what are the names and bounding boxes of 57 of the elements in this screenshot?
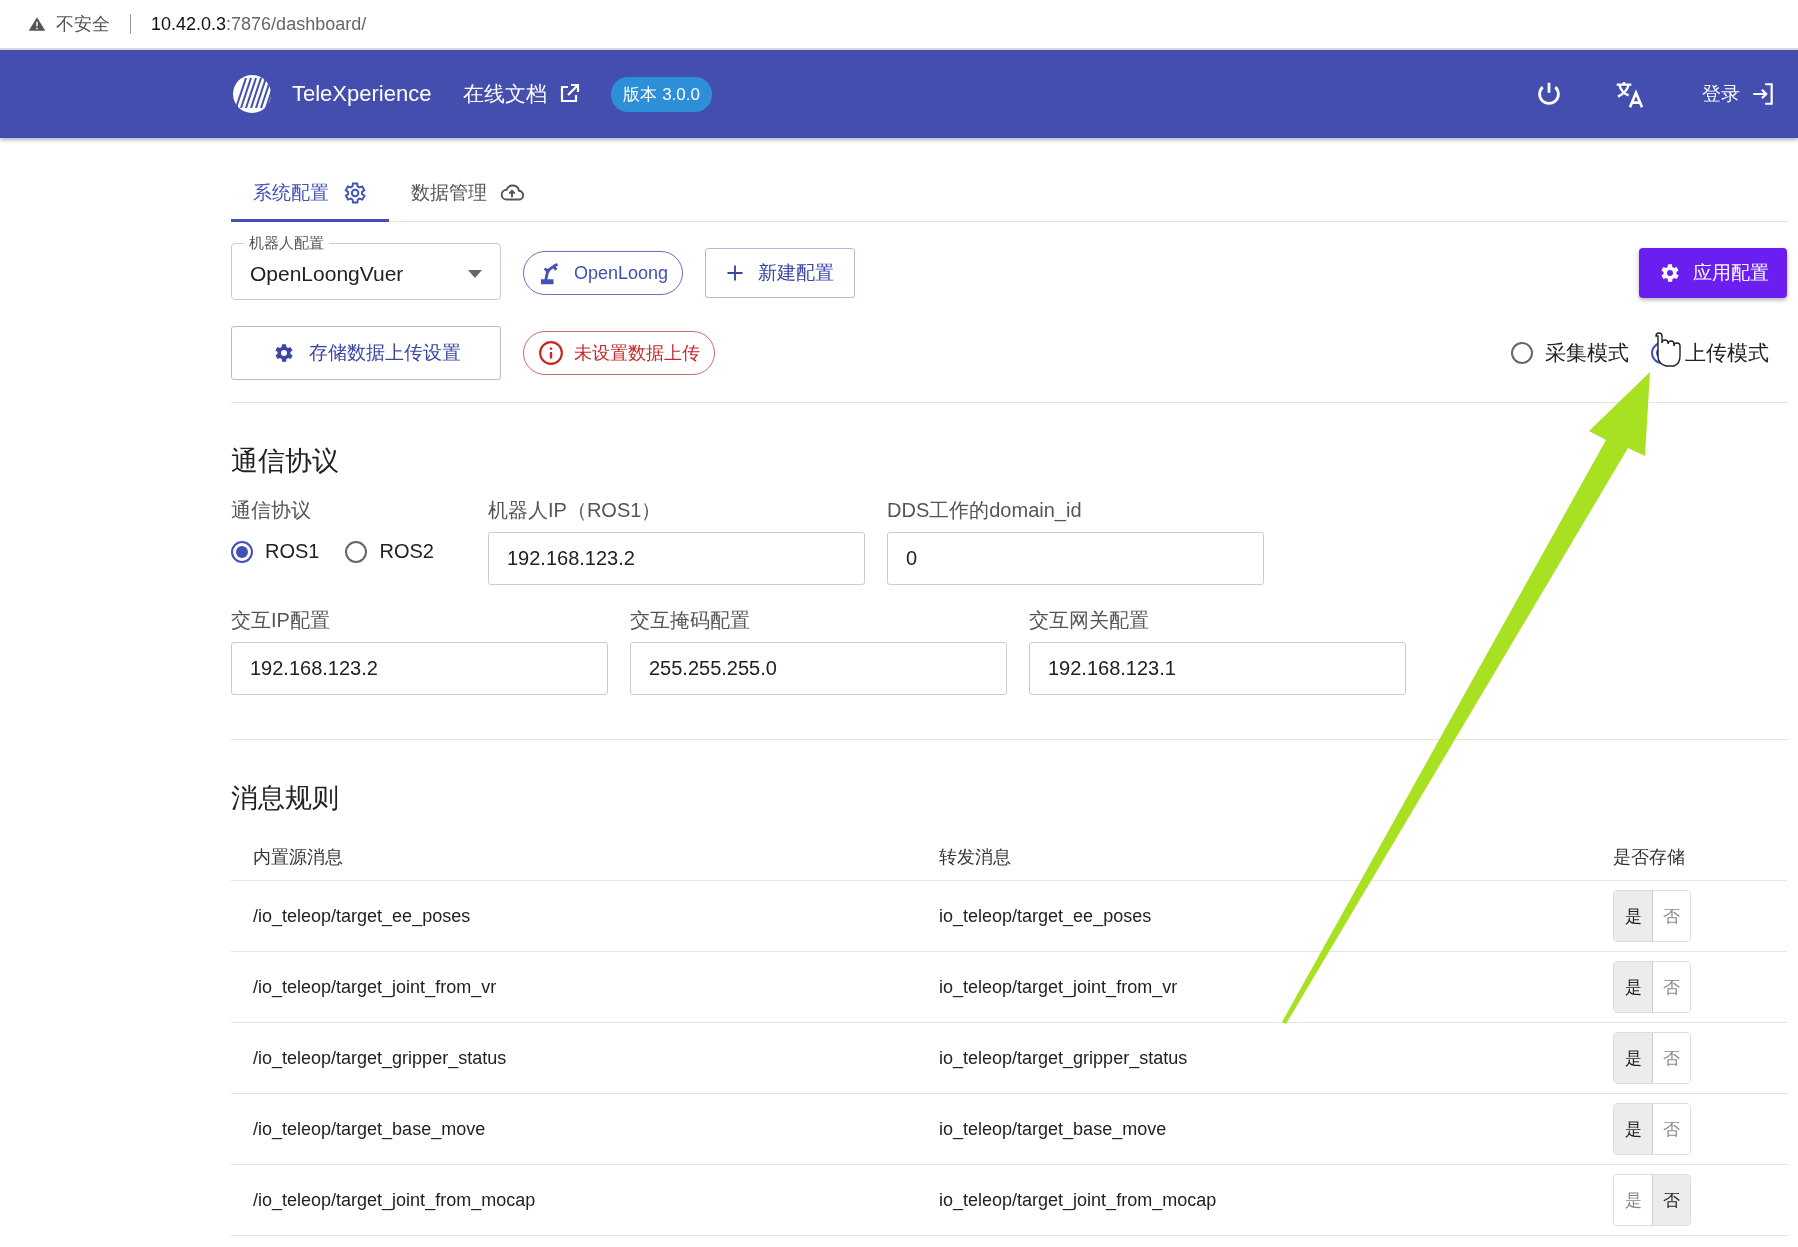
upload-status-chip[interactable]: 未设置数据上传 [523, 331, 715, 375]
table-cell: /io_teleop/target_base_move [231, 1093, 917, 1165]
table-cell: io_teleop/target_gripper_status [917, 1022, 1591, 1094]
login-icon [1750, 81, 1776, 107]
tab[interactable]: 系统配置 [231, 166, 389, 222]
column-header: 内置源消息 [231, 834, 917, 881]
toggle-option[interactable]: 否 [1652, 962, 1690, 1012]
tab[interactable]: 数据管理 [389, 166, 547, 222]
field-label: 交互网关配置 [1029, 608, 1150, 633]
input-field[interactable]: 192.168.123.1 [1029, 642, 1406, 695]
logo-icon [232, 74, 272, 114]
table-cell: io_teleop/target_base_move [917, 1093, 1591, 1165]
toggle-option[interactable]: 否 [1652, 891, 1690, 941]
apply-config-button[interactable]: 应用配置 [1639, 248, 1787, 298]
input-field[interactable]: 192.168.123.2 [488, 532, 865, 585]
dropdown-caret-icon [468, 270, 482, 278]
toggle-option[interactable]: 否 [1652, 1175, 1690, 1225]
plus-icon [726, 264, 745, 282]
upload-settings-button[interactable]: 存储数据上传设置 [231, 326, 501, 380]
radio-option[interactable]: 采集模式 [1511, 339, 1629, 367]
field-label: 机器人配置 [248, 234, 325, 253]
section-title: 通信协议 [231, 445, 340, 478]
table-cell: /io_teleop/target_joint_from_vr [231, 951, 917, 1023]
new-config-button[interactable]: 新建配置 [705, 248, 856, 298]
address-text[interactable]: 10.42.0.3:7876/dashboard/ [151, 13, 367, 35]
column-header: 是否存储 [1591, 834, 1787, 881]
table-cell: /io_teleop/target_gripper_status [231, 1022, 917, 1094]
table-cell: io_teleop/target_joint_from_mocap [917, 1164, 1591, 1236]
toggle-option[interactable]: 否 [1652, 1033, 1690, 1083]
table-cell: /io_teleop/target_ee_poses [231, 880, 917, 952]
toggle-option[interactable]: 是 [1614, 1104, 1652, 1154]
table-cell: /io_teleop/target_joint_from_mocap [231, 1164, 917, 1236]
version-badge: 版本 3.0.0 [611, 76, 712, 112]
security-label: 不安全 [56, 13, 110, 36]
input-field[interactable]: 192.168.123.2 [231, 642, 608, 695]
field-label: 交互掩码配置 [630, 608, 751, 633]
input-field[interactable]: 255.255.255.0 [630, 642, 1007, 695]
login-button[interactable]: 登录 [1698, 77, 1780, 111]
input-field[interactable]: 0 [887, 532, 1264, 585]
docs-link[interactable]: 在线文档 [463, 80, 582, 108]
radio-option[interactable]: ROS1 [231, 540, 320, 563]
section-title: 消息规则 [231, 782, 340, 815]
robot-config-select[interactable]: 机器人配置 OpenLoongVuer [231, 234, 501, 300]
toggle-option[interactable]: 是 [1614, 1033, 1652, 1083]
info-icon [538, 340, 564, 366]
radio-option[interactable]: ROS2 [345, 540, 434, 563]
field-label: 交互IP配置 [231, 608, 331, 633]
toggle-option[interactable]: 否 [1652, 1104, 1690, 1154]
cursor-icon [1655, 332, 1681, 367]
app-title: TeleXperience [292, 81, 432, 107]
select-value: OpenLoongVuer [250, 262, 404, 286]
toggle-option[interactable]: 是 [1614, 891, 1652, 941]
field-label: 通信协议 [231, 498, 312, 523]
warning-icon [28, 15, 46, 33]
field-label: DDS工作的domain_id [887, 498, 1083, 524]
toggle-option[interactable]: 是 [1614, 962, 1652, 1012]
field-label: 机器人IP（ROS1） [488, 498, 663, 523]
